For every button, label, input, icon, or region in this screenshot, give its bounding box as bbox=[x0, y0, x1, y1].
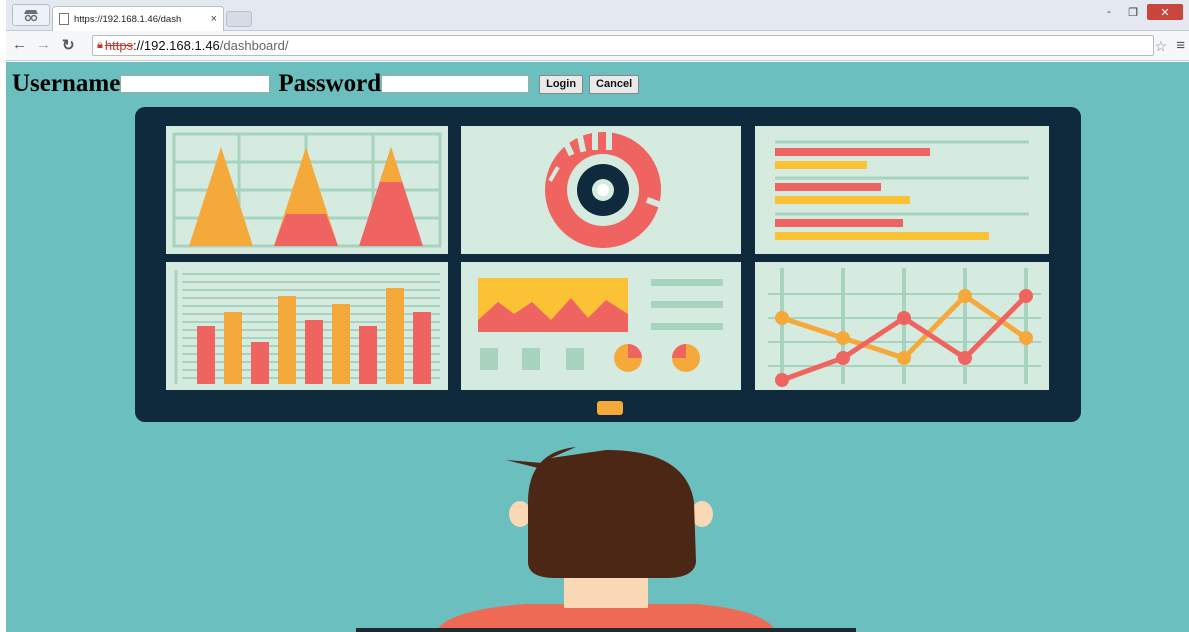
page-viewport: Username Password Login Cancel bbox=[6, 62, 1189, 632]
area-chart-icon bbox=[461, 262, 741, 390]
cancel-button[interactable]: Cancel bbox=[589, 74, 640, 94]
url-scheme: https bbox=[104, 38, 134, 53]
reload-icon[interactable]: ↻ bbox=[62, 36, 75, 54]
person-icon bbox=[356, 447, 856, 632]
browser-tab-strip: https://192.168.1.46/dash × - ❐ ✕ bbox=[6, 0, 1189, 31]
tab-title: https://192.168.1.46/dash bbox=[74, 13, 182, 25]
new-tab-button[interactable] bbox=[226, 11, 252, 27]
browser-tab-active[interactable]: https://192.168.1.46/dash × bbox=[52, 6, 224, 31]
incognito-icon bbox=[24, 10, 38, 22]
insecure-lock-icon: 🔒︎ bbox=[97, 39, 103, 51]
monitor-power-light bbox=[597, 401, 623, 415]
username-input[interactable] bbox=[120, 75, 271, 93]
address-bar[interactable]: 🔒︎ https ://192.168.1.46 /dashboard/ bbox=[92, 35, 1154, 56]
url-host: ://192.168.1.46 bbox=[133, 38, 220, 53]
restore-button[interactable]: ❐ bbox=[1123, 4, 1143, 20]
horizontal-bar-chart-icon bbox=[755, 126, 1049, 254]
menu-icon[interactable]: ≡ bbox=[1176, 37, 1185, 54]
bookmark-star-icon[interactable]: ☆ bbox=[1154, 38, 1167, 55]
minimize-button[interactable]: - bbox=[1099, 4, 1119, 20]
browser-user-menu-button[interactable] bbox=[12, 4, 50, 26]
tab-close-icon[interactable]: × bbox=[211, 13, 217, 25]
password-input[interactable] bbox=[381, 75, 530, 93]
donut-chart-icon bbox=[461, 126, 741, 254]
password-label: Password bbox=[278, 70, 382, 97]
username-label: Username bbox=[12, 70, 121, 97]
url-path: /dashboard/ bbox=[219, 38, 289, 53]
login-button[interactable]: Login bbox=[539, 74, 584, 94]
dashboard-illustration bbox=[135, 107, 1081, 632]
window-controls: - ❐ ✕ bbox=[1099, 4, 1183, 20]
page-icon bbox=[59, 13, 69, 25]
browser-toolbar: ← → ↻ 🔒︎ https ://192.168.1.46 /dashboar… bbox=[6, 31, 1189, 61]
login-form: Username Password Login Cancel bbox=[12, 70, 643, 98]
line-chart-icon bbox=[755, 262, 1049, 390]
triangle-chart-icon bbox=[166, 126, 448, 254]
back-arrow-icon[interactable]: ← bbox=[12, 36, 27, 53]
bar-chart-icon bbox=[166, 262, 448, 390]
close-window-button[interactable]: ✕ bbox=[1147, 4, 1183, 20]
forward-arrow-icon[interactable]: → bbox=[36, 36, 51, 53]
